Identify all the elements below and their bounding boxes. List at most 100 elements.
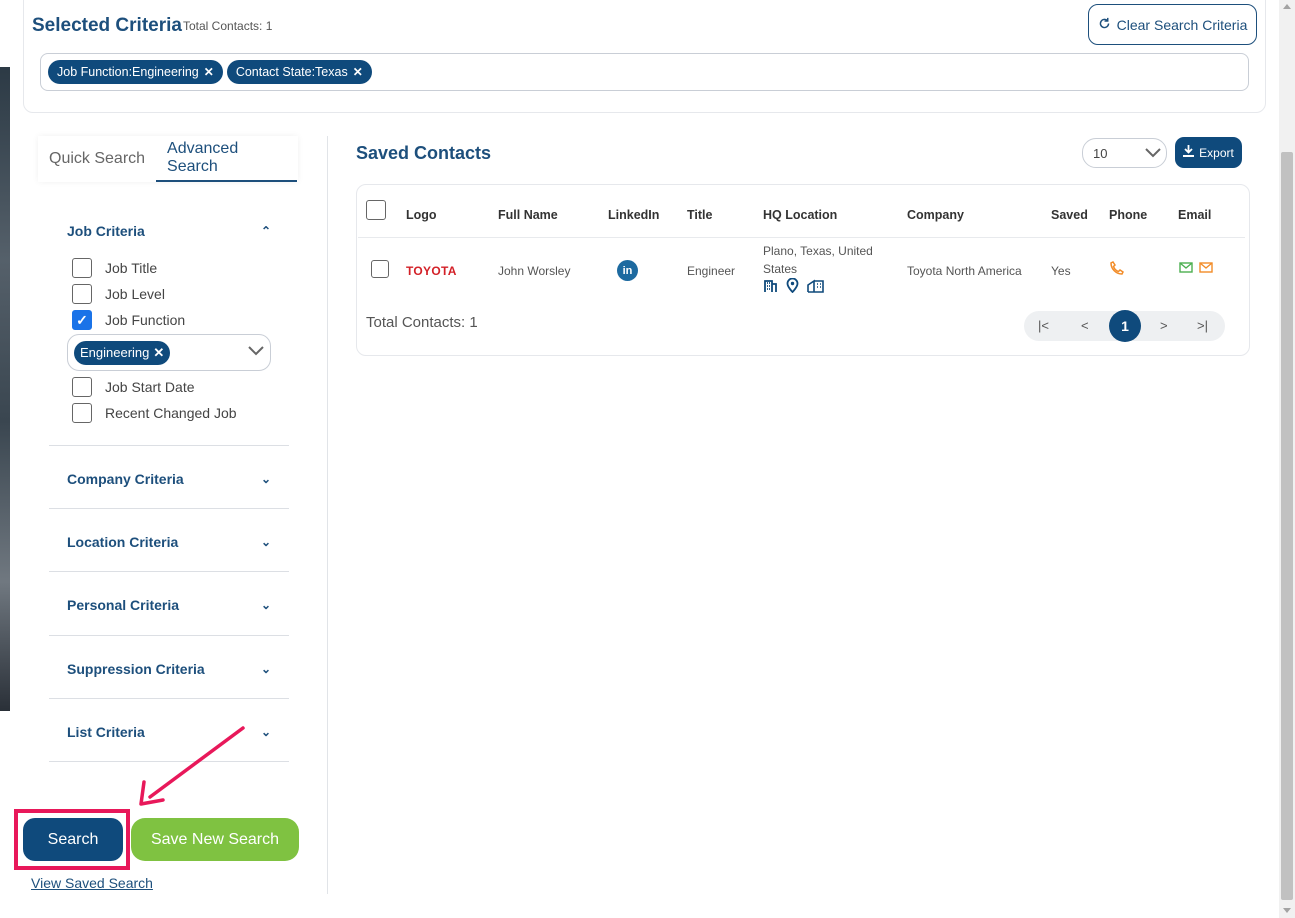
chevron-down-icon: ⌄ <box>260 472 271 486</box>
job-title-checkbox[interactable] <box>72 258 92 278</box>
email-verified-icon[interactable] <box>1179 262 1193 273</box>
chevron-down-icon: ⌄ <box>260 598 271 612</box>
section-title: Location Criteria <box>67 534 179 550</box>
divider <box>49 698 289 699</box>
criteria-tag: Contact State:Texas ✕ <box>226 60 372 84</box>
current-page-button[interactable]: 1 <box>1109 310 1141 342</box>
export-button[interactable]: Export <box>1175 137 1242 168</box>
company-criteria-section[interactable]: Company Criteria ⌄ <box>49 467 289 491</box>
scrollbar-thumb[interactable] <box>1281 152 1293 900</box>
divider <box>49 571 289 572</box>
job-function-select[interactable]: Engineering ✕ <box>67 334 271 371</box>
job-title-option[interactable]: Job Title <box>72 258 157 278</box>
option-label: Job Start Date <box>105 379 195 395</box>
title-cell: Engineer <box>687 264 736 278</box>
section-title: Personal Criteria <box>67 597 180 613</box>
chevron-down-icon: ⌄ <box>260 535 271 549</box>
job-level-checkbox[interactable] <box>72 284 92 304</box>
company-cell: Toyota North America <box>907 264 1022 278</box>
location-criteria-section[interactable]: Location Criteria ⌄ <box>49 530 289 554</box>
phone-icon[interactable] <box>1110 261 1124 280</box>
suppression-criteria-section[interactable]: Suppression Criteria ⌄ <box>49 657 289 681</box>
per-page-select[interactable]: 10 <box>1082 138 1167 168</box>
option-label: Job Title <box>105 260 158 276</box>
column-header: Company <box>907 208 964 222</box>
job-function-checkbox[interactable]: ✓ <box>72 310 92 330</box>
per-page-value: 10 <box>1093 145 1108 161</box>
personal-criteria-section[interactable]: Personal Criteria ⌄ <box>49 593 289 617</box>
hq-location-line2: States <box>763 262 798 276</box>
email-icon[interactable] <box>1199 262 1213 273</box>
view-saved-search-link[interactable]: View Saved Search <box>31 875 153 891</box>
annotation-arrow-icon <box>139 726 245 806</box>
selected-criteria-title: Selected Criteria <box>32 15 182 36</box>
job-criteria-section[interactable]: Job Criteria ⌃ <box>49 219 289 243</box>
criteria-total-contacts: Total Contacts: 1 <box>183 19 273 33</box>
map-pin-icon[interactable] <box>785 278 800 293</box>
column-header: Title <box>687 208 713 222</box>
scroll-up-arrow-icon[interactable] <box>1283 4 1291 9</box>
column-header: Email <box>1178 208 1212 222</box>
chevron-down-icon <box>1144 142 1162 167</box>
recent-changed-job-option[interactable]: Recent Changed Job <box>72 403 237 423</box>
hq-icons <box>763 278 825 293</box>
table-total-contacts: Total Contacts: 1 <box>366 314 478 331</box>
column-header: Logo <box>406 208 437 222</box>
job-function-option[interactable]: ✓ Job Function <box>72 310 185 330</box>
prev-page-button[interactable]: < <box>1081 318 1089 333</box>
clear-search-label: Clear Search Criteria <box>1116 16 1248 33</box>
scroll-down-arrow-icon[interactable] <box>1283 908 1291 913</box>
pagination: |< < 1 > >| <box>1024 310 1225 342</box>
chevron-down-icon[interactable] <box>248 343 264 361</box>
search-button[interactable]: Search <box>23 818 123 861</box>
job-start-date-option[interactable]: Job Start Date <box>72 377 195 397</box>
remove-tag-icon[interactable]: ✕ <box>153 345 164 361</box>
first-page-button[interactable]: |< <box>1038 318 1049 333</box>
email-icons <box>1179 262 1213 273</box>
saved-cell: Yes <box>1051 264 1071 278</box>
save-new-search-button[interactable]: Save New Search <box>131 818 299 861</box>
criteria-tags-box: Job Function:Engineering ✕ Contact State:… <box>40 53 1249 91</box>
job-start-date-checkbox[interactable] <box>72 377 92 397</box>
next-page-button[interactable]: > <box>1160 318 1168 333</box>
job-criteria-title: Job Criteria <box>67 223 145 239</box>
tab-advanced-search[interactable]: Advanced Search <box>156 136 298 182</box>
recent-changed-job-checkbox[interactable] <box>72 403 92 423</box>
column-header: Phone <box>1109 208 1148 222</box>
office-building-icon[interactable] <box>807 278 825 293</box>
chevron-down-icon: ⌄ <box>260 725 271 739</box>
building-icon[interactable] <box>763 278 778 293</box>
column-header: HQ Location <box>763 208 838 222</box>
panel-divider <box>327 136 328 894</box>
criteria-tag: Job Function:Engineering ✕ <box>48 60 223 84</box>
option-label: Job Level <box>105 286 165 302</box>
last-page-button[interactable]: >| <box>1197 318 1208 333</box>
remove-tag-icon[interactable]: ✕ <box>353 65 363 79</box>
divider <box>49 445 289 446</box>
clear-search-criteria-button[interactable]: Clear Search Criteria <box>1088 4 1257 45</box>
option-label: Recent Changed Job <box>105 405 237 421</box>
linkedin-icon[interactable]: in <box>617 260 638 281</box>
hq-location-line1: Plano, Texas, United <box>763 244 873 258</box>
vertical-scrollbar[interactable] <box>1279 0 1295 918</box>
tab-quick-search[interactable]: Quick Search <box>38 136 156 182</box>
job-level-option[interactable]: Job Level <box>72 284 165 304</box>
contacts-table: Logo Full Name LinkedIn Title HQ Locatio… <box>356 184 1250 356</box>
download-icon <box>1183 145 1195 160</box>
section-title: Suppression Criteria <box>67 661 205 677</box>
chevron-up-icon: ⌃ <box>260 224 271 238</box>
background-image-strip <box>0 67 10 711</box>
criteria-tag-label: Contact State:Texas <box>235 65 348 79</box>
company-logo: TOYOTA <box>406 264 457 278</box>
full-name-cell: John Worsley <box>498 264 571 278</box>
select-all-checkbox[interactable] <box>366 200 386 220</box>
criteria-tag-label: Job Function:Engineering <box>57 65 199 79</box>
row-checkbox[interactable] <box>371 260 389 278</box>
remove-tag-icon[interactable]: ✕ <box>204 65 214 79</box>
export-label: Export <box>1199 145 1234 160</box>
divider <box>49 508 289 509</box>
column-header: Saved <box>1051 208 1088 222</box>
column-header: Full Name <box>498 208 558 222</box>
job-function-tag: Engineering ✕ <box>74 340 171 365</box>
header-divider <box>358 237 1245 238</box>
